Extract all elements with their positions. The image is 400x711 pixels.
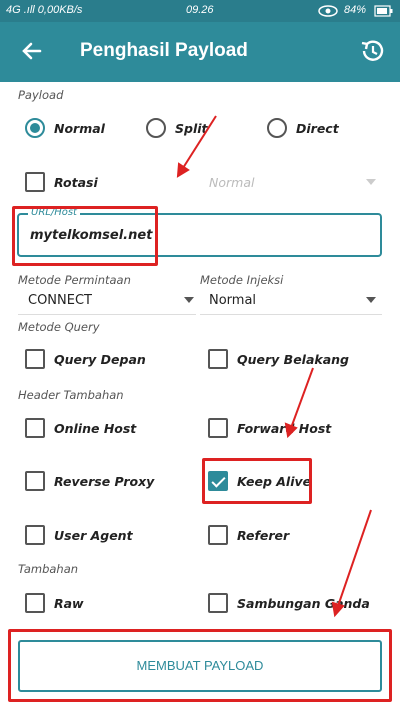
annotation-arrows [176,115,372,618]
annotation-arrow-keep-alive [290,367,314,429]
annotation-arrow-url [182,115,217,169]
annotation-arrow-keep-alive-head [284,422,298,439]
annotation-arrow-button-head [331,601,345,618]
annotation-arrow-button [337,509,372,607]
annotation-arrow-url-head [176,162,190,178]
